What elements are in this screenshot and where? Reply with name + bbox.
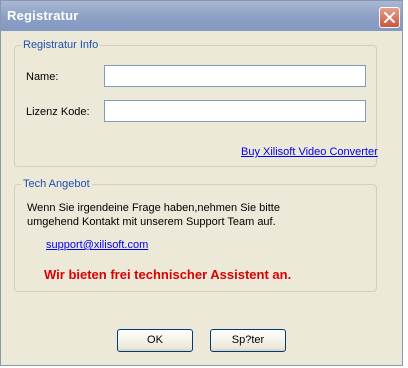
registration-dialog: Registratur Registratur Info Name: Lizen…: [0, 0, 403, 366]
support-message-line2: umgehend Kontakt mit unserem Support Tea…: [27, 216, 276, 228]
support-message: Wenn Sie irgendeine Frage haben,nehmen S…: [27, 201, 357, 229]
window-title: Registratur: [7, 8, 79, 23]
tech-offer-legend: Tech Angebot: [23, 178, 90, 190]
support-email-link[interactable]: support@xilisoft.com: [46, 239, 148, 251]
buy-link[interactable]: Buy Xilisoft Video Converter: [241, 146, 378, 158]
close-icon: [384, 12, 395, 23]
later-button[interactable]: Sp?ter: [210, 329, 286, 352]
license-code-input[interactable]: [104, 100, 366, 122]
name-input[interactable]: [104, 65, 366, 87]
license-code-label: Lizenz Kode:: [26, 106, 90, 118]
ok-button[interactable]: OK: [117, 329, 193, 352]
registration-info-legend: Registratur Info: [23, 39, 99, 51]
support-message-line1: Wenn Sie irgendeine Frage haben,nehmen S…: [27, 202, 280, 214]
close-button[interactable]: [379, 7, 400, 28]
name-label: Name:: [26, 71, 59, 83]
free-support-notice: Wir bieten frei technischer Assistent an…: [44, 267, 292, 282]
title-bar[interactable]: Registratur: [1, 1, 402, 31]
